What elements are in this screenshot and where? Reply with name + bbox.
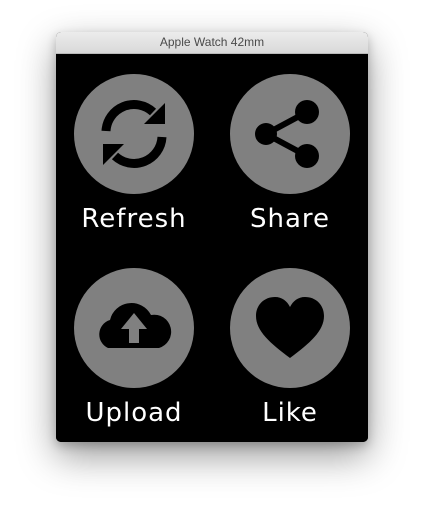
refresh-label: Refresh [81,204,187,234]
refresh-button[interactable]: Refresh [56,54,212,248]
share-button[interactable]: Share [212,54,368,248]
upload-button-circle[interactable] [74,268,194,388]
share-button-circle[interactable] [230,74,350,194]
upload-label: Upload [85,398,183,428]
share-icon [255,100,319,168]
simulator-window: Apple Watch 42mm Refresh Share Upload Li… [56,32,368,442]
share-label: Share [249,204,331,234]
upload-button[interactable]: Upload [56,248,212,442]
like-label: Like [262,398,318,428]
like-button[interactable]: Like [212,248,368,442]
refresh-button-circle[interactable] [74,74,194,194]
heart-icon [256,297,324,358]
refresh-icon [101,100,167,168]
watch-screen: Refresh Share Upload Like [56,54,368,442]
cloud-upload-icon [99,303,172,348]
like-button-circle[interactable] [230,268,350,388]
window-title: Apple Watch 42mm [56,32,368,54]
